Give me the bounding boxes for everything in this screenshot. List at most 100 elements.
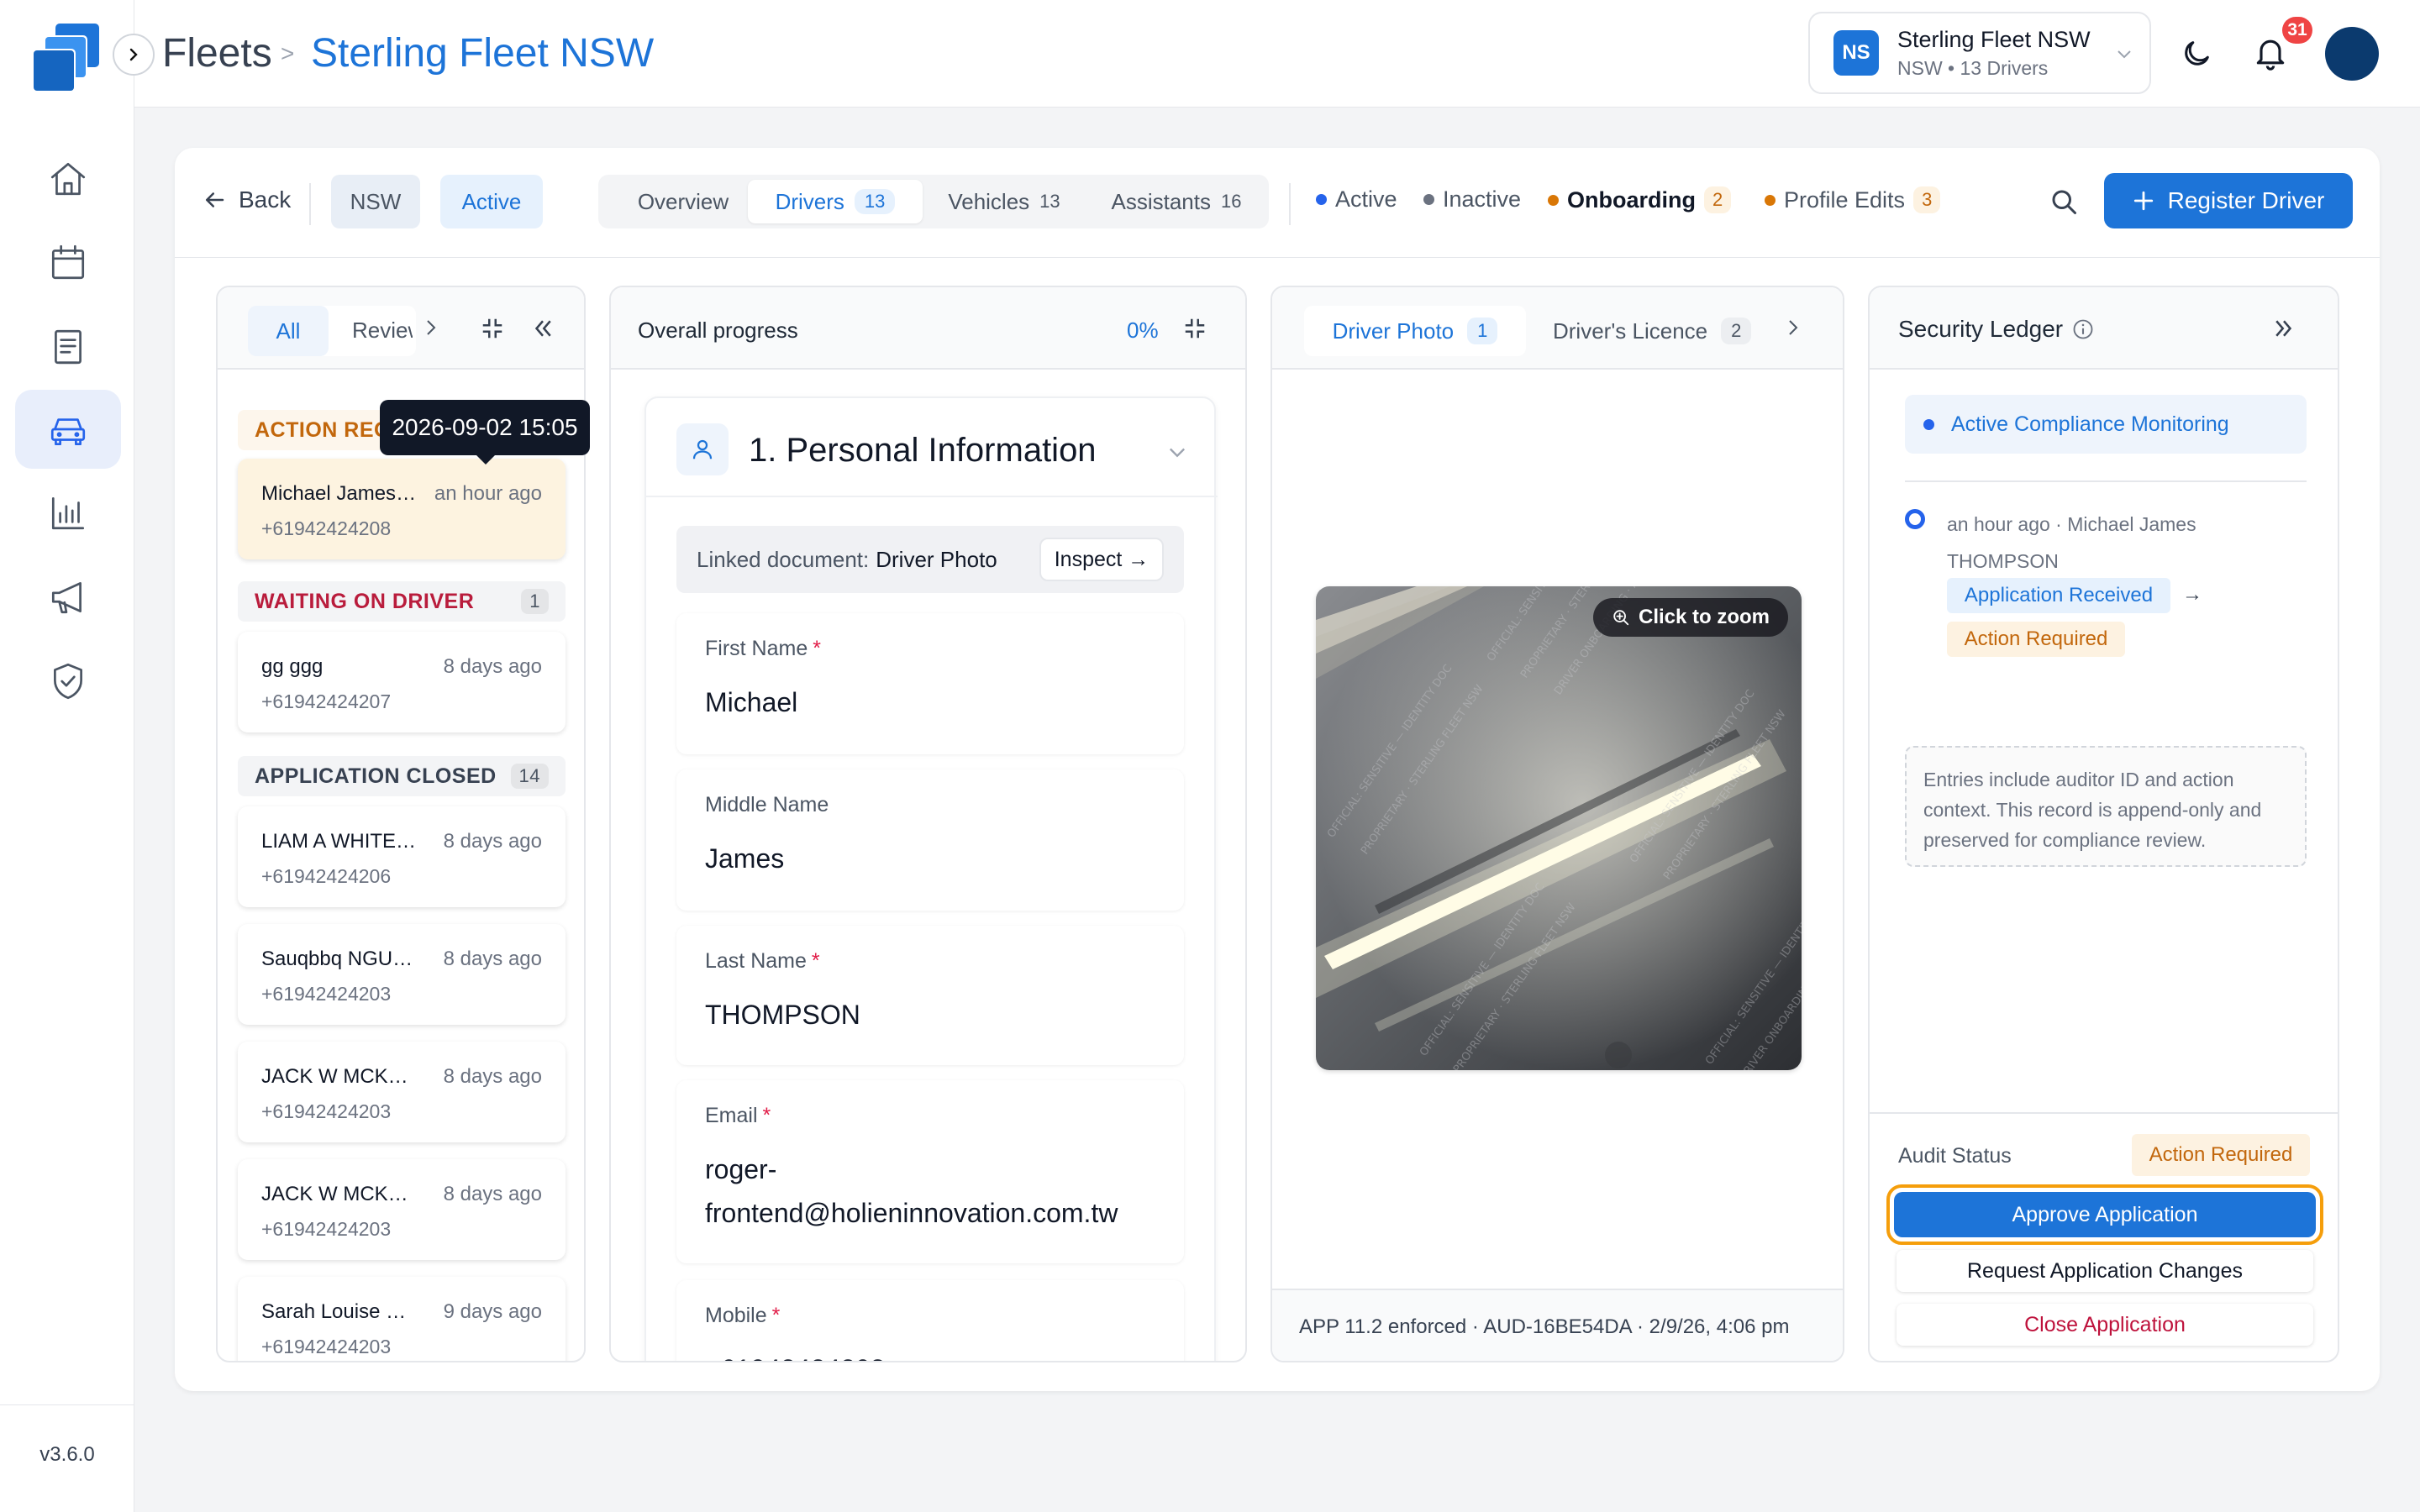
tab-assistants[interactable]: Assistants 16: [1094, 180, 1259, 223]
application-progress-panel: Overall progress 0% 1. Personal Informat…: [609, 286, 1247, 1362]
breadcrumb-fleets[interactable]: Fleets: [162, 30, 272, 76]
section-title: APPLICATION CLOSED: [255, 764, 497, 788]
click-to-zoom-button[interactable]: Click to zoom: [1593, 598, 1788, 637]
section-application-closed[interactable]: APPLICATION CLOSED 14: [238, 756, 566, 796]
shield-check-icon: [54, 663, 82, 700]
driver-card[interactable]: LIAM A WHITEHEAD 8 days ago +61942424206: [238, 806, 566, 907]
mobile-field[interactable]: Mobile* +61942424208: [676, 1280, 1184, 1361]
section-title: 1. Personal Information: [749, 432, 1097, 469]
user-avatar[interactable]: [2325, 27, 2379, 81]
home-icon: [50, 162, 86, 196]
first-name-field[interactable]: First Name * Michael: [676, 613, 1184, 754]
nav-reports[interactable]: [15, 474, 121, 553]
driver-card[interactable]: Sarah Louise NGUYEN 9 days ago +61942424…: [238, 1277, 566, 1361]
email-field[interactable]: Email * roger-frontend@holieninnovation.c…: [676, 1080, 1184, 1263]
required-marker: *: [771, 1304, 781, 1327]
chart-icon: [51, 496, 85, 530]
nav-calendar[interactable]: [15, 223, 121, 302]
nav-announcements[interactable]: [15, 558, 121, 637]
org-avatar: NS: [1833, 30, 1879, 76]
filter-all[interactable]: All: [248, 306, 329, 356]
search-icon[interactable]: [2049, 186, 2079, 217]
request-changes-button[interactable]: Request Application Changes: [1897, 1250, 2313, 1292]
org-switcher[interactable]: NS Sterling Fleet NSW NSW • 13 Drivers: [1808, 12, 2151, 94]
tab-vehicles[interactable]: Vehicles 13: [933, 180, 1076, 223]
chevron-right-icon[interactable]: [423, 318, 439, 338]
status-chip[interactable]: Active: [440, 175, 543, 228]
approve-application-button[interactable]: Approve Application: [1894, 1192, 2316, 1237]
legend-active[interactable]: Active: [1316, 186, 1397, 213]
tab-count: 1: [1467, 318, 1498, 344]
driver-photo[interactable]: OFFICIAL: SENSITIVE — IDENTITY DOC PROPR…: [1316, 586, 1802, 1070]
driver-name: gg ggg: [261, 655, 324, 678]
nav-documents[interactable]: [15, 307, 121, 386]
register-driver-button[interactable]: Register Driver: [2104, 173, 2353, 228]
expand-sidebar-button[interactable]: [113, 34, 155, 76]
legend-profile-edits[interactable]: Profile Edits 3: [1765, 186, 1941, 213]
driver-phone: +61942424203: [261, 1336, 392, 1357]
info-icon[interactable]: [2071, 318, 2095, 341]
breadcrumb-current: Sterling Fleet NSW: [311, 31, 655, 76]
collapse-icon[interactable]: [1182, 316, 1207, 341]
nav-drivers[interactable]: [15, 390, 121, 469]
field-label: Middle Name: [705, 793, 829, 817]
field-value: +61942424208: [705, 1347, 1159, 1361]
nav-home[interactable]: [15, 139, 121, 218]
ledger-divider: [1905, 480, 2307, 482]
zoom-label: Click to zoom: [1638, 606, 1770, 628]
chevrons-right-icon[interactable]: [2271, 316, 2296, 341]
chevron-down-icon[interactable]: [1165, 440, 1189, 464]
driver-card[interactable]: JACK W MCKENZIE 8 days ago +61942424203: [238, 1042, 566, 1142]
section-divider: [646, 496, 1218, 497]
driver-time: an hour ago: [434, 482, 542, 505]
driver-card[interactable]: Michael James THOMPSON an hour ago +6194…: [238, 459, 566, 559]
last-name-field[interactable]: Last Name * THOMPSON: [676, 926, 1184, 1065]
back-button[interactable]: Back: [202, 186, 291, 213]
inspect-button[interactable]: Inspect →: [1039, 538, 1164, 581]
queue-filter: All Review: [248, 306, 416, 356]
driver-time: 8 days ago: [443, 830, 542, 853]
field-value: James: [705, 843, 785, 874]
theme-toggle-moon-icon[interactable]: [2180, 37, 2213, 71]
driver-phone: +61942424208: [261, 517, 392, 539]
legend-onboarding[interactable]: Onboarding 2: [1548, 186, 1732, 213]
chevrons-left-icon[interactable]: [530, 316, 555, 341]
progress-percent: 0%: [1127, 318, 1159, 343]
tab-drivers-licence[interactable]: Driver's Licence 2: [1553, 318, 1752, 344]
driver-card[interactable]: Sauqbbq NGUYEN 8 days ago +61942424203: [238, 924, 566, 1025]
collapse-icon[interactable]: [480, 316, 505, 341]
tab-label: Drivers: [775, 188, 844, 214]
region-chip[interactable]: NSW: [331, 175, 420, 228]
personal-information-section: 1. Personal Information Linked document:…: [644, 396, 1218, 1361]
field-label-text: Email: [705, 1104, 758, 1127]
chevron-right-icon[interactable]: [1785, 318, 1802, 338]
middle-name-field[interactable]: Middle Name James: [676, 769, 1184, 911]
tab-count: 16: [1221, 191, 1242, 212]
timeline-dot: [1905, 509, 1925, 529]
legend-dot: [1548, 194, 1559, 206]
tab-drivers[interactable]: Drivers 13: [748, 180, 923, 223]
section-waiting-on-driver[interactable]: WAITING ON DRIVER 1: [238, 581, 566, 622]
tab-driver-photo[interactable]: Driver Photo 1: [1304, 306, 1526, 356]
megaphone-icon: [51, 581, 82, 614]
calendar-icon: [51, 244, 85, 280]
driver-card[interactable]: gg ggg 8 days ago +61942424207: [238, 632, 566, 732]
notifications-bell-icon[interactable]: [2252, 34, 2289, 71]
tab-overview[interactable]: Overview: [608, 180, 758, 223]
rail-divider: [0, 1404, 134, 1405]
section-title: WAITING ON DRIVER: [255, 589, 475, 613]
document-viewer-panel: Driver Photo 1 Driver's Licence 2 OFFICI…: [1270, 286, 1844, 1362]
driver-phone: +61942424207: [261, 690, 392, 712]
legend-inactive[interactable]: Inactive: [1423, 186, 1521, 213]
close-application-button[interactable]: Close Application: [1897, 1304, 2313, 1346]
zoom-in-icon: [1613, 610, 1629, 626]
driver-time: 8 days ago: [443, 655, 542, 678]
chevron-down-icon: [2114, 44, 2134, 64]
org-subtitle: NSW • 13 Drivers: [1897, 57, 2049, 79]
nav-compliance[interactable]: [15, 642, 121, 721]
field-label-text: Mobile: [705, 1304, 767, 1327]
document-icon: [55, 329, 82, 365]
app-logo[interactable]: [30, 22, 104, 94]
filter-review[interactable]: Review: [352, 318, 413, 344]
driver-card[interactable]: JACK W MCKENZIE 8 days ago +61942424203: [238, 1159, 566, 1260]
